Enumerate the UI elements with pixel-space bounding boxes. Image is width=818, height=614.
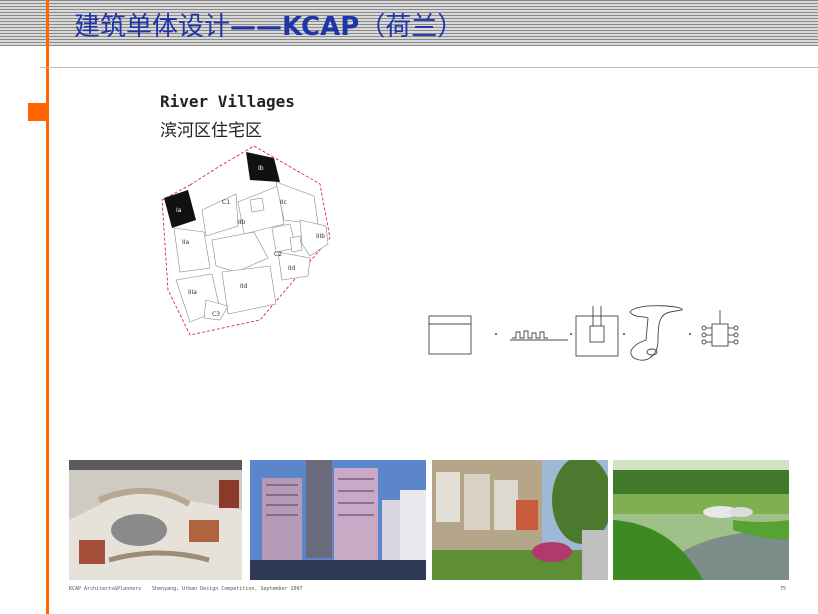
street-photo: [432, 460, 608, 580]
map-label: Ib: [258, 165, 264, 172]
map-label: C1: [222, 199, 230, 206]
map-label: IIb: [238, 219, 246, 226]
header-divider: [40, 67, 818, 68]
map-label: C3: [212, 311, 220, 318]
model-photo: [69, 460, 242, 580]
concept-sequence-diagram: [428, 305, 739, 361]
section-heading-chinese: 滨河区住宅区: [160, 121, 262, 141]
map-label: C2: [274, 251, 282, 258]
map-label: IId: [240, 283, 248, 290]
title-kcap: ——KCAP: [230, 12, 360, 42]
footer-center: Shenyang, Urban Design Competition, Sept…: [152, 586, 303, 592]
map-label: IIIa: [188, 289, 197, 296]
building-photo: [250, 460, 426, 580]
slide-title: 建筑单体设计——KCAP（荷兰）: [74, 6, 463, 43]
orange-bullet-square: [28, 103, 48, 121]
block-icon: [428, 315, 472, 355]
map-label: IIIb: [316, 233, 325, 240]
map-label: IIc: [280, 199, 287, 206]
page-number: 75: [780, 586, 787, 592]
framed-block-icon: [575, 315, 619, 357]
cluster-icon: [711, 323, 729, 347]
title-bar: 建筑单体设计——KCAP（荷兰）: [0, 0, 818, 46]
map-label: IIa: [182, 239, 190, 246]
site-plan-map: Ia Ib C1 IIb IIc IIa IIIb C2 IId IIIa II…: [161, 145, 331, 336]
footer-left: KCAP Architects&Planners: [69, 586, 142, 592]
title-country: （荷兰）: [359, 12, 464, 42]
waterside-photo: [613, 460, 789, 580]
skyline-icon: [512, 330, 548, 339]
section-heading-english: River Villages: [160, 92, 295, 111]
title-chinese: 建筑单体设计: [74, 12, 231, 42]
river-shape-icon: [629, 305, 683, 361]
orange-vertical-line: [46, 0, 49, 614]
map-label: IId: [288, 265, 296, 272]
map-label: Ia: [176, 207, 182, 214]
